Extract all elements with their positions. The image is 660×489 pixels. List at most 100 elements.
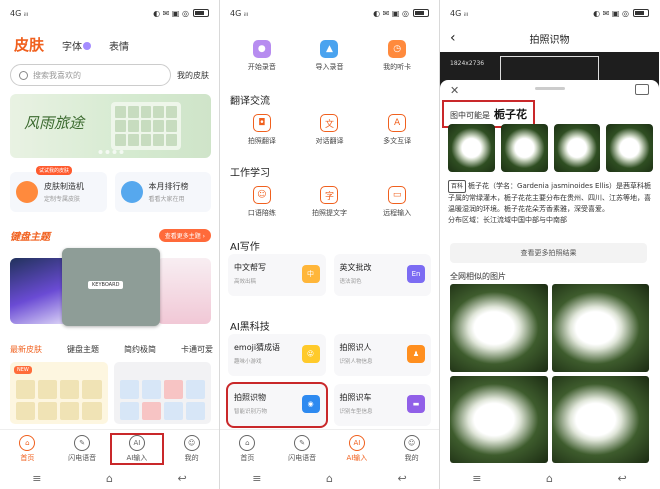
theme-preview-image[interactable]	[157, 258, 211, 324]
clock-icon: ◷	[388, 40, 407, 58]
emoji-icon: 😜	[301, 345, 320, 363]
skin-maker-icon	[16, 181, 38, 203]
menu-icon[interactable]: ≡	[32, 472, 41, 485]
subtab[interactable]: 卡通可爱	[181, 344, 213, 355]
theme-section-title: 键盘主题	[10, 232, 50, 243]
more-themes-button[interactable]: 查看更多主题 ›	[158, 229, 211, 242]
theme-preview-carousel[interactable]: KEYBOARD	[10, 248, 211, 334]
back-nav-icon[interactable]: ↩	[617, 472, 626, 485]
result-photos	[448, 124, 653, 172]
drag-handle[interactable]	[534, 87, 565, 90]
subtab[interactable]: 键盘主题	[67, 344, 99, 355]
search-input[interactable]: 搜索我喜欢的	[10, 64, 171, 86]
search-icon	[19, 70, 28, 80]
skin-thumbnail[interactable]: NEW	[10, 362, 108, 424]
skin-grid: NEW	[10, 362, 211, 424]
new-badge: NEW	[14, 366, 32, 374]
photo-person-card[interactable]: 拍照识人 识别人物信息 ♟	[333, 334, 431, 376]
object-scan-icon: ◉	[301, 395, 320, 413]
tab-mine[interactable]: ☺ 我的	[387, 434, 437, 463]
skin-maker-title: 皮肤制造机	[44, 182, 84, 191]
tab-skin[interactable]: 皮肤	[14, 34, 44, 55]
oral-practice-item[interactable]: ☺ 口语陪练	[231, 186, 293, 218]
recording-features: ● 开始录音 ▲ 导入录音 ◷ 我的听卡	[228, 40, 431, 72]
speech-icon: ☺	[252, 186, 271, 204]
write-cards: 中文帮写 高效出稿 中 英文批改 语法润色 En	[228, 254, 431, 296]
ranking-title: 本月排行榜	[148, 182, 189, 191]
tab-voice[interactable]: ✎ 闪电语音	[57, 434, 107, 463]
gardenia-photo[interactable]	[553, 124, 601, 172]
gardenia-photo[interactable]	[448, 124, 495, 172]
photo-object-card[interactable]: 拍照识物 智能识别万物 ◉	[226, 382, 328, 428]
section-title-translate: 翻译交流	[230, 96, 270, 107]
status-icons: ◐ ✉ ▣ ◎	[593, 9, 649, 18]
subtab[interactable]: 简约极简	[124, 344, 156, 355]
voice-icon: ✎	[294, 434, 311, 451]
home-nav-icon[interactable]: ⌂	[326, 472, 333, 485]
my-skin-link[interactable]: 我的皮肤	[177, 70, 209, 81]
tab-ai-input[interactable]: AI AI输入	[332, 434, 382, 463]
more-results-button[interactable]: 查看更多拍照结果	[450, 243, 647, 263]
work-features: ☺ 口语陪练 字 拍照提文字 ▭ 远程输入	[228, 186, 431, 218]
gardenia-photo[interactable]	[500, 124, 548, 172]
similar-images-grid	[450, 284, 649, 463]
result-name: 栀子花	[494, 108, 527, 121]
tab-voice[interactable]: ✎ 闪电语音	[277, 434, 327, 463]
camera-icon[interactable]	[635, 84, 649, 95]
home-nav-icon[interactable]: ⌂	[546, 472, 553, 485]
back-nav-icon[interactable]: ↩	[397, 472, 406, 485]
menu-icon[interactable]: ≡	[472, 472, 481, 485]
skin-thumbnail[interactable]	[113, 362, 211, 424]
result-sheet: ✕ 图中可能是 栀子花 百科 栀子花（学名：Gardenia jasminoide…	[440, 80, 659, 467]
theme-preview-image[interactable]: KEYBOARD	[62, 248, 160, 326]
tab-font[interactable]: 字体	[62, 38, 92, 53]
menu-icon[interactable]: ≡	[252, 472, 261, 485]
my-card-item[interactable]: ◷ 我的听卡	[366, 40, 428, 72]
voice-icon: ✎	[74, 434, 91, 451]
screenshot-collage: 4G ᵢₗₗ ◐ ✉ ▣ ◎ 皮肤 字体 表情 搜索我喜欢的 我的皮肤 风雨旅途	[0, 0, 660, 489]
close-icon[interactable]: ✕	[450, 84, 459, 97]
subtab[interactable]: 最新皮肤	[10, 344, 42, 355]
start-recording-item[interactable]: ● 开始录音	[231, 40, 293, 72]
emoji-idiom-card[interactable]: emoji猜成语 趣味小游戏 😜	[228, 334, 326, 376]
english-icon: En	[407, 265, 425, 283]
photo-translate-item[interactable]: ◘ 拍照翻译	[231, 114, 293, 146]
home-nav-icon[interactable]: ⌂	[106, 472, 113, 485]
back-icon[interactable]: ‹	[450, 30, 456, 46]
similar-image[interactable]	[551, 284, 649, 372]
english-correct-card[interactable]: 英文批改 语法润色 En	[333, 254, 431, 296]
tab-mine[interactable]: ☺ 我的	[167, 434, 217, 463]
promo-banner[interactable]: 风雨旅途	[10, 94, 211, 158]
theme-preview-image[interactable]	[10, 258, 70, 324]
multi-translate-item[interactable]: A 多文互译	[366, 114, 428, 146]
person-icon: ♟	[407, 345, 425, 363]
shortcut-cards: 试试我的皮肤 皮肤制造机 定制专属皮肤 本月排行榜 看看大家在用	[10, 166, 211, 212]
tab-home[interactable]: ⌂ 首页	[222, 434, 272, 463]
tech-cards-row2: 拍照识物 智能识别万物 ◉ 拍照识车 识别车型信息 ▬	[226, 382, 431, 428]
keyboard-preview-image	[111, 102, 181, 150]
tab-home[interactable]: ⌂ 首页	[2, 434, 52, 463]
translate-features: ◘ 拍照翻译 文 对话翻译 A 多文互译	[228, 114, 431, 146]
battery-icon	[193, 9, 209, 17]
similar-image[interactable]	[551, 375, 649, 463]
chinese-writing-card[interactable]: 中文帮写 高效出稿 中	[228, 254, 326, 296]
profile-icon: ☺	[403, 434, 420, 451]
folder-icon: ▲	[320, 40, 339, 58]
banner-title: 风雨旅途	[24, 114, 85, 132]
skin-maker-card[interactable]: 试试我的皮肤 皮肤制造机 定制专属皮肤	[10, 166, 107, 212]
dialog-translate-item[interactable]: 文 对话翻译	[298, 114, 360, 146]
import-recording-item[interactable]: ▲ 导入录音	[298, 40, 360, 72]
photo-car-card[interactable]: 拍照识车 识别车型信息 ▬	[333, 384, 431, 426]
similar-image[interactable]	[450, 284, 548, 372]
similar-image[interactable]	[450, 375, 548, 463]
back-nav-icon[interactable]: ↩	[177, 472, 186, 485]
battery-icon	[633, 9, 649, 17]
tab-ai-input[interactable]: AI AI输入	[109, 432, 164, 465]
gardenia-photo[interactable]	[606, 124, 653, 172]
section-title-tech: AI黑科技	[230, 322, 270, 333]
photo-text-item[interactable]: 字 拍照提文字	[298, 186, 360, 218]
ranking-card[interactable]: 本月排行榜 看看大家在用	[114, 172, 211, 212]
status-icons: ◐ ✉ ▣ ◎	[373, 9, 429, 18]
tab-emoji[interactable]: 表情	[109, 38, 129, 53]
remote-input-item[interactable]: ▭ 远程输入	[366, 186, 428, 218]
